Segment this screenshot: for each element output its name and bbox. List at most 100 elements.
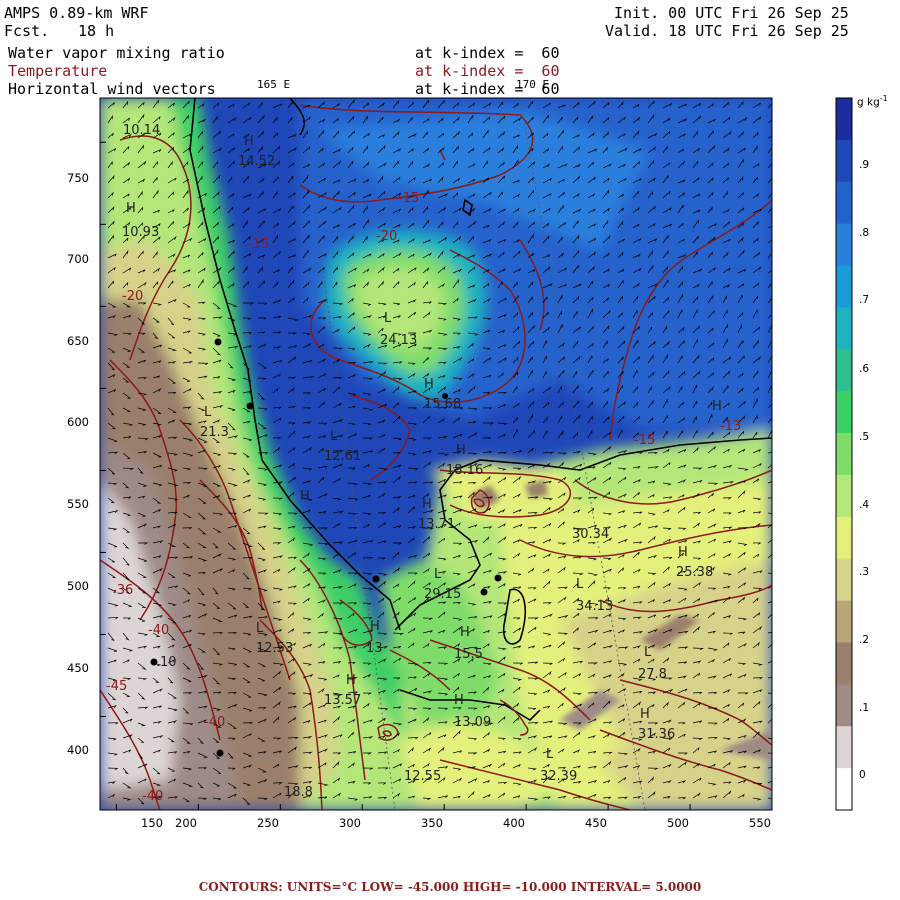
colorbar-label: .2 — [859, 634, 870, 646]
x-tick-label: 400 — [503, 816, 525, 830]
map-label: -45 — [106, 679, 127, 694]
map-label: 18.16 — [446, 463, 483, 478]
map-label: 10.93 — [122, 225, 159, 240]
colorbar-swatch — [836, 349, 852, 392]
pressure-marker: L — [434, 567, 442, 582]
map-label: -13 — [720, 419, 741, 434]
pressure-marker: H — [300, 489, 310, 504]
colorbar-swatch — [836, 307, 852, 350]
pressure-marker: H — [422, 497, 432, 512]
map-label: -40 — [204, 715, 225, 730]
colorbar — [835, 97, 853, 811]
x-tick-label: 300 — [339, 816, 361, 830]
map-label: -36 — [112, 583, 133, 598]
map-label: 13.57 — [324, 693, 361, 708]
y-tick-label: 500 — [67, 579, 89, 593]
colorbar-label: .4 — [859, 499, 870, 511]
colorbar-label: .7 — [859, 294, 870, 306]
map-label: 10.14 — [123, 123, 160, 138]
map-label: 30.34 — [572, 527, 609, 542]
y-tick-label: 400 — [67, 743, 89, 757]
colorbar-swatch — [836, 98, 852, 141]
map-label: 18.8 — [284, 785, 313, 800]
colorbar-label: .1 — [859, 702, 870, 714]
x-tick-label: 150 — [141, 816, 163, 830]
map-label: 13.09 — [454, 715, 491, 730]
map-label: 14.52 — [238, 154, 275, 169]
colorbar-swatch — [836, 684, 852, 727]
pressure-marker: L — [384, 311, 392, 326]
map-label: 10 — [160, 655, 177, 670]
map-label: 34.13 — [576, 599, 613, 614]
pressure-marker: H — [346, 673, 356, 688]
colorbar-swatch — [836, 474, 852, 518]
y-tick-label: 750 — [67, 171, 89, 185]
colorbar-label: .5 — [859, 431, 870, 443]
pressure-marker: H — [460, 625, 470, 640]
map-label: -20 — [122, 289, 143, 304]
pressure-marker: H — [678, 545, 688, 560]
pressure-marker: L — [256, 621, 264, 636]
colorbar-swatch — [836, 433, 852, 476]
x-tick-label: 500 — [667, 816, 689, 830]
colorbar-swatch — [836, 642, 852, 685]
colorbar-label: .8 — [859, 227, 870, 239]
pressure-marker: H — [244, 134, 254, 149]
colorbar-swatch — [836, 265, 852, 308]
colorbar-label: .9 — [859, 159, 870, 171]
map-label: 24.13 — [380, 333, 417, 348]
map-label: -20 — [376, 229, 397, 244]
map-label: 12.61 — [324, 449, 361, 464]
map-label: 29.15 — [424, 587, 461, 602]
y-tick-label: 700 — [67, 252, 89, 266]
x-tick-label: 550 — [749, 816, 771, 830]
colorbar-swatch — [836, 600, 852, 643]
x-tick-label: 200 — [175, 816, 197, 830]
map-figure: 10.14 14.52 -15 10.93 -20 -15 -20 24.13 … — [99, 97, 853, 811]
map-label: -40 — [148, 623, 169, 638]
map-label: -15 — [398, 191, 419, 206]
map-label: -15 — [248, 237, 269, 252]
x-tick-label: 350 — [421, 816, 443, 830]
pressure-marker: L — [546, 747, 554, 762]
y-tick-label: 550 — [67, 497, 89, 511]
pressure-marker: H — [126, 201, 136, 216]
map-label: 13 — [366, 641, 383, 656]
pressure-marker: H — [456, 443, 466, 458]
colorbar-label: .3 — [859, 566, 870, 578]
x-tick-label: 250 — [257, 816, 279, 830]
colorbar-swatch — [836, 391, 852, 434]
y-tick-label: 650 — [67, 334, 89, 348]
pressure-marker: L — [204, 405, 212, 420]
map-label: 15.68 — [424, 397, 461, 412]
colorbar-swatch — [836, 726, 852, 769]
pressure-marker: L — [576, 577, 584, 592]
x-tick-label: 450 — [585, 816, 607, 830]
map-label: 31.36 — [638, 727, 675, 742]
mixing-ratio-field: 10.14 14.52 -15 10.93 -20 -15 -20 24.13 … — [100, 98, 772, 810]
map-label: -40 — [142, 789, 163, 804]
pressure-marker: H — [712, 399, 722, 414]
map-label: 27.8 — [638, 667, 667, 682]
pressure-marker: H — [424, 377, 434, 392]
colorbar-swatch — [836, 139, 852, 183]
map-label: 13.71 — [418, 517, 455, 532]
map-label: 32.39 — [540, 769, 577, 784]
y-tick-label: 600 — [67, 415, 89, 429]
colorbar-unit-sup: -1 — [879, 94, 888, 103]
pressure-marker: H — [454, 693, 464, 708]
colorbar-swatch — [836, 768, 852, 811]
map-label: 25.38 — [676, 565, 713, 580]
colorbar-swatch — [836, 558, 852, 602]
contour-footer: CONTOURS: UNITS=°C LOW= -45.000 HIGH= -1… — [198, 880, 702, 894]
pressure-marker: L — [644, 645, 652, 660]
colorbar-unit: g kg-1 — [857, 94, 888, 109]
colorbar-label: .6 — [859, 363, 870, 375]
y-tick-label: 450 — [67, 661, 89, 675]
pressure-marker: H — [640, 707, 650, 722]
colorbar-unit-text: g kg — [857, 96, 880, 109]
map-label: 15.5 — [454, 647, 483, 662]
pressure-marker: H — [370, 619, 380, 634]
pressure-marker: L — [330, 429, 338, 444]
colorbar-swatch — [836, 516, 852, 560]
